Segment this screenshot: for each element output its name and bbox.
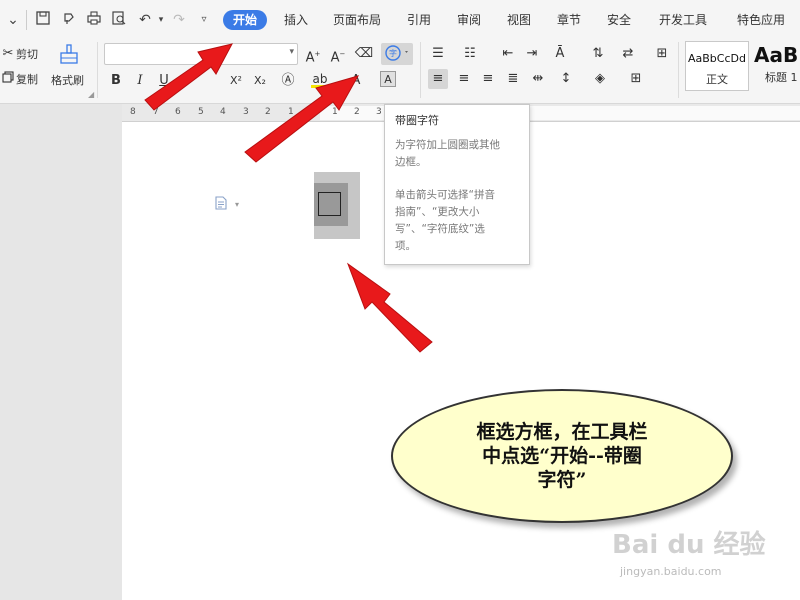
ruler-number: 7 [153,107,159,117]
tooltip-line: 边框。 [395,156,427,168]
tooltip-line: 为字符加上圆圈或其他 [395,139,500,151]
document-gutter [0,104,122,600]
tab-references[interactable]: 引用 [400,10,438,30]
tooltip-line: 写”、“字符底纹”选 [395,223,485,235]
sort-icon[interactable]: ⇅ [588,44,608,64]
tab-security[interactable]: 安全 [600,10,638,30]
format-painter-button[interactable]: 格式刷 [51,74,84,88]
justify-button[interactable]: ≣ [503,69,523,89]
tooltip-line: 单击箭头可选择“拼音 [395,189,495,201]
square-character[interactable] [318,192,341,216]
ribbon-toolbar: ✂ 剪切 复制 格式刷 ◢ ▾ A+ A− ⌫ 字 B I U X² X₂ Ⓐ … [0,38,800,104]
increase-indent-icon[interactable]: ⇥ [522,44,542,64]
enclose-characters-button[interactable]: 字 [381,43,413,65]
save-icon[interactable] [34,11,52,29]
character-shading-icon[interactable]: A [378,71,398,91]
copy-button[interactable]: 复制 [16,73,38,87]
bold-button[interactable]: B [106,71,126,91]
distribute-button[interactable]: ⇹ [528,69,548,89]
group-divider [678,42,679,98]
ruler-number: 2 [265,107,271,117]
annotation-line: 框选方框，在工具栏 [476,421,648,443]
style-label: 标题 1 [765,71,798,84]
annotation-text: 框选方框，在工具栏 中点选“开始--带圈 字符” [442,420,682,492]
annotation-line: 中点选“开始--带圈 [482,445,642,467]
grow-font-icon[interactable]: A+ [303,44,323,65]
underline-button[interactable]: U [154,71,174,91]
font-name-dropdown[interactable]: ▾ [104,43,298,65]
format-painter-icon[interactable] [58,44,80,70]
menu-bar: ⌄ ↶ ▾ ↷ ▿ 开始 插入 页面布局 引用 审阅 视图 章节 安全 开发工具… [0,0,800,38]
group-divider [420,42,421,98]
tab-insert[interactable]: 插入 [278,10,314,30]
style-preview: AaBbCcDd [688,52,746,65]
chevron-down-icon[interactable]: ▾ [289,47,294,57]
clipboard-group-expander[interactable]: ◢ [88,88,94,102]
subscript-button[interactable]: X₂ [250,71,270,91]
ruler-number: 3 [376,107,382,117]
shrink-font-icon[interactable]: A− [328,44,348,65]
decrease-indent-icon[interactable]: ⇤ [498,44,518,64]
baidu-watermark-logo: Bai du 经验 [612,530,766,560]
style-preview: AaB [754,43,799,67]
italic-button[interactable]: I [130,71,150,91]
paint-bucket-icon[interactable]: ◈ [590,69,610,89]
annotation-line: 字符” [537,469,587,491]
numbered-list-icon[interactable]: ☷ [460,44,480,64]
tab-home[interactable]: 开始 [223,10,267,30]
export-icon[interactable] [60,11,78,29]
undo-dropdown-icon[interactable]: ▾ [152,11,170,29]
style-heading-1[interactable]: AaB 标题 1 [751,41,800,91]
table-border-icon[interactable]: ⊞ [652,44,672,64]
ruler-number: 2 [354,107,360,117]
highlight-color-bar [311,85,327,88]
tab-view[interactable]: 视图 [500,10,538,30]
cut-button[interactable]: 剪切 [16,48,38,62]
text-effect-icon[interactable]: Ⓐ [278,71,298,91]
tab-special-apps[interactable]: 特色应用 [728,10,794,30]
tooltip-line: 指南”、“更改大小 [395,206,480,218]
line-spacing-icon[interactable]: ↕ [556,69,576,89]
customize-dropdown-icon[interactable]: ▿ [195,11,213,29]
annotation-bubble: 框选方框，在工具栏 中点选“开始--带圈 字符” [391,389,733,523]
align-left-button[interactable]: ≡ [428,69,448,89]
show-marks-icon[interactable]: ⇄ [618,44,638,64]
tooltip-title: 带圈字符 [395,114,439,127]
paragraph-handle-icon[interactable] [215,196,227,213]
tooltip-line: 项。 [395,240,416,252]
font-color-button[interactable]: A [346,71,366,91]
ruler-number: 1 [332,107,338,117]
superscript-button[interactable]: X² [226,71,246,91]
align-center-button[interactable]: ≡ [454,69,474,89]
tab-developer[interactable]: 开发工具 [652,10,714,30]
chevron-down-icon[interactable]: ⌄ [4,11,22,29]
svg-text:A: A [384,73,392,86]
print-icon[interactable] [85,11,103,29]
ruler-number: 6 [175,107,181,117]
ruler-number: 1 [288,107,294,117]
font-box-divider [223,47,224,61]
style-normal[interactable]: AaBbCcDd 正文 [685,41,749,91]
svg-text:字: 字 [389,48,397,58]
style-label: 正文 [706,73,728,86]
group-divider [97,42,98,98]
eraser-icon[interactable]: ⌫ [354,44,374,64]
print-preview-icon[interactable] [110,11,128,29]
ruler-number: 8 [130,107,136,117]
chinese-layout-icon[interactable]: Ā [550,44,570,64]
ruler-number: 3 [243,107,249,117]
tab-review[interactable]: 审阅 [450,10,488,30]
ruler-number: 5 [198,107,204,117]
quick-access-divider [26,10,27,30]
borders-icon[interactable]: ⊞ [626,69,646,89]
baidu-watermark-url: jingyan.baidu.com [620,565,722,578]
ruler-number: 4 [220,107,226,117]
align-right-button[interactable]: ≡ [478,69,498,89]
redo-icon[interactable]: ↷ [170,11,188,29]
bullet-list-icon[interactable]: ☰ [428,44,448,64]
tab-page-layout[interactable]: 页面布局 [327,10,387,30]
chevron-down-icon[interactable]: ▾ [235,200,239,209]
tab-chapter[interactable]: 章节 [550,10,588,30]
enclose-characters-tooltip: 带圈字符 为字符加上圆圈或其他 边框。 单击箭头可选择“拼音 指南”、“更改大小… [384,104,530,265]
